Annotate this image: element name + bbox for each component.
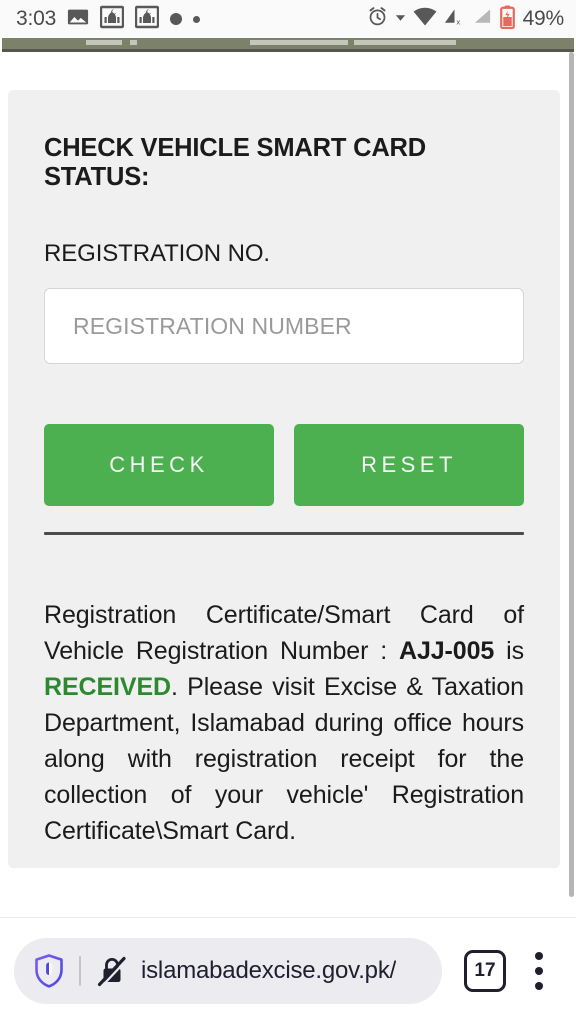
page-scrollbar-thumb[interactable] (569, 52, 574, 897)
photo-icon (67, 6, 89, 33)
status-bar-left-group: 3:03 (16, 5, 201, 34)
result-registration-number: AJJ-005 (399, 637, 495, 665)
dot-notification-icon (170, 13, 183, 25)
android-status-bar: 3:03 x 49% (0, 0, 576, 38)
battery-low-icon (499, 4, 515, 34)
tab-switcher-button[interactable]: 17 (464, 950, 506, 992)
check-button[interactable]: CHECK (44, 424, 274, 506)
page-title: CHECK VEHICLE SMART CARD STATUS: (44, 134, 426, 191)
dropdown-caret-icon (395, 10, 406, 28)
vehicle-status-card: CHECK VEHICLE SMART CARD STATUS: REGISTR… (8, 90, 560, 868)
status-result-message: Registration Certificate/Smart Card of V… (44, 597, 524, 849)
status-bar-right-group: x 49% (367, 4, 565, 34)
menu-dot (535, 967, 543, 975)
form-actions: CHECK RESET (44, 424, 524, 506)
overflow-menu-icon[interactable] (520, 945, 558, 997)
menu-dot (535, 952, 543, 960)
url-text[interactable]: islamabadexcise.gov.pk/ (141, 957, 396, 985)
wifi-icon (413, 7, 437, 32)
cellular-signal-icon (472, 7, 493, 32)
menu-dot (535, 982, 543, 990)
url-bar[interactable]: islamabadexcise.gov.pk/ (14, 938, 442, 1004)
site-header-strip-content (130, 40, 137, 45)
dot-notification-icon (193, 15, 201, 23)
result-text-part2: is (494, 637, 524, 665)
mosque-notification-icon (99, 5, 125, 34)
alarm-icon (367, 6, 388, 32)
registration-number-input[interactable] (44, 288, 524, 364)
site-header-strip (2, 38, 574, 49)
browser-bottom-toolbar: islamabadexcise.gov.pk/ 17 (0, 917, 576, 1024)
webpage-viewport: CHECK VEHICLE SMART CARD STATUS: REGISTR… (0, 52, 576, 931)
lock-crossed-out-icon[interactable] (81, 955, 141, 987)
status-badge: RECEIVED (44, 673, 172, 701)
site-header-strip-content (354, 40, 456, 45)
reset-button[interactable]: RESET (294, 424, 524, 506)
mosque-notification-icon (134, 5, 160, 34)
brave-shield-icon[interactable] (34, 954, 79, 988)
page-scrollbar[interactable] (569, 52, 574, 931)
site-header-strip-clipped (0, 38, 576, 52)
section-divider (44, 532, 524, 535)
registration-no-label: REGISTRATION NO. (44, 240, 270, 267)
site-header-strip-content (86, 40, 122, 45)
cellular-signal-no-sim-icon: x (444, 7, 465, 32)
site-header-strip-content (250, 40, 348, 45)
svg-text:x: x (456, 17, 460, 26)
status-bar-clock: 3:03 (16, 7, 57, 30)
battery-percentage-label: 49% (522, 7, 565, 30)
